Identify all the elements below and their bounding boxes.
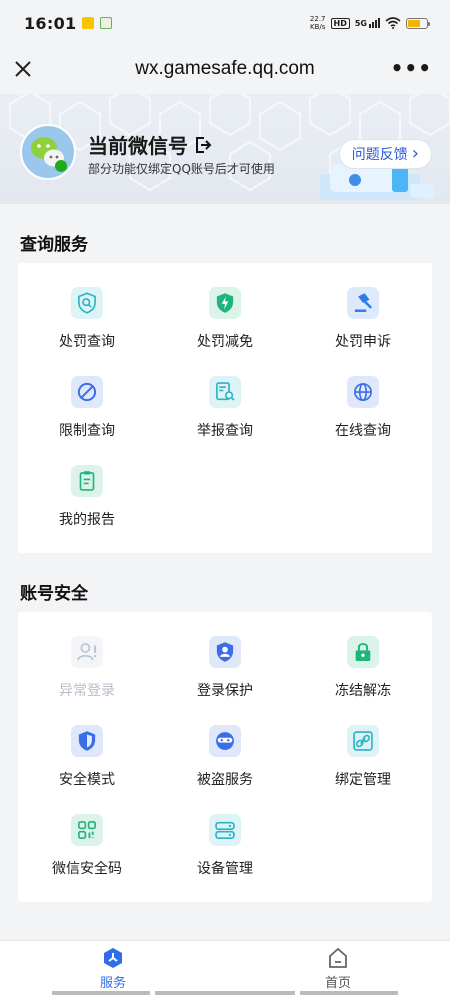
- gesture-bar: [52, 991, 150, 995]
- browser-nav-bar: wx.gamesafe.qq.com •••: [0, 46, 450, 92]
- security-service-item-label: 被盗服务: [197, 772, 253, 788]
- tab-service[interactable]: 服务: [73, 947, 153, 991]
- status-time: 16:01: [24, 13, 77, 33]
- query-service-item[interactable]: 处罚查询: [18, 287, 156, 351]
- feedback-button[interactable]: 问题反馈 ›: [338, 139, 432, 169]
- tab-home[interactable]: 首页: [298, 947, 378, 991]
- service-icon: [104, 948, 122, 968]
- bottom-tab-bar: 服务 首页: [0, 940, 450, 995]
- signal-icon: 5G: [355, 18, 380, 28]
- notification-app-icon: [100, 17, 113, 29]
- more-menu-button[interactable]: •••: [391, 56, 432, 80]
- query-service-item-label: 限制查询: [59, 423, 115, 439]
- lock-icon: [347, 636, 379, 668]
- query-service-item[interactable]: 限制查询: [18, 376, 156, 440]
- security-service-item: 异常登录: [18, 636, 156, 700]
- gavel-icon: [347, 287, 379, 319]
- security-service-item-label: 设备管理: [197, 861, 253, 877]
- chevron-right-icon: ›: [411, 143, 419, 164]
- security-service-item[interactable]: 设备管理: [156, 814, 294, 878]
- account-title: 当前微信号: [88, 130, 212, 159]
- query-service-item[interactable]: 我的报告: [18, 465, 156, 529]
- security-service-item-label: 安全模式: [59, 772, 115, 788]
- query-service-item-label: 处罚查询: [59, 334, 115, 350]
- restrict-icon: [71, 376, 103, 408]
- account-subtitle: 部分功能仅绑定QQ账号后才可使用: [88, 162, 275, 176]
- status-indicators: 22.7 KB/s HD 5G: [309, 15, 430, 31]
- section-title-security: 账号安全: [20, 584, 88, 604]
- wifi-icon: [385, 17, 401, 29]
- qr-code-icon: [71, 814, 103, 846]
- account-banner: 当前微信号 部分功能仅绑定QQ账号后才可使用 问题反馈 ›: [0, 94, 450, 204]
- logout-icon[interactable]: [194, 136, 212, 154]
- battery-icon: [406, 17, 430, 29]
- devices-icon: [209, 814, 241, 846]
- hd-badge: HD: [330, 17, 350, 29]
- network-speed: 22.7 KB/s: [309, 15, 326, 31]
- security-service-item-label: 登录保护: [197, 683, 253, 699]
- security-service-item-label: 冻结解冻: [335, 683, 391, 699]
- security-service-item-label: 微信安全码: [52, 861, 122, 877]
- query-service-item-label: 处罚申诉: [335, 334, 391, 350]
- close-icon: [15, 61, 31, 77]
- report-search-icon: [209, 376, 241, 408]
- gesture-bar: [300, 991, 398, 995]
- query-service-item-label: 处罚减免: [197, 334, 253, 350]
- query-service-item[interactable]: 在线查询: [294, 376, 432, 440]
- security-service-item-label: 绑定管理: [335, 772, 391, 788]
- search-shield-icon: [71, 287, 103, 319]
- security-service-item[interactable]: 登录保护: [156, 636, 294, 700]
- user-shield-icon: [209, 636, 241, 668]
- page-url-title: wx.gamesafe.qq.com: [135, 58, 315, 79]
- home-icon: [329, 947, 347, 968]
- status-bar: 16:01 22.7 KB/s HD 5G: [0, 0, 450, 46]
- security-service-item[interactable]: 绑定管理: [294, 725, 432, 789]
- section-title-query: 查询服务: [20, 235, 88, 255]
- safe-mode-shield-icon: [71, 725, 103, 757]
- lightning-shield-icon: [209, 287, 241, 319]
- account-security-card: 异常登录 登录保护 冻结解冻安全模式 被盗服务 绑定管理微信安全码 设备管理: [18, 612, 432, 902]
- query-service-item-label: 举报查询: [197, 423, 253, 439]
- query-service-item-label: 在线查询: [335, 423, 391, 439]
- security-service-item[interactable]: 安全模式: [18, 725, 156, 789]
- query-services-card: 处罚查询 处罚减免 处罚申诉限制查询 举报查询 在线查询我的报告: [18, 263, 432, 553]
- query-service-item[interactable]: 处罚申诉: [294, 287, 432, 351]
- thief-mask-icon: [209, 725, 241, 757]
- link-icon: [347, 725, 379, 757]
- user-alert-icon: [71, 636, 103, 668]
- security-service-item[interactable]: 被盗服务: [156, 725, 294, 789]
- security-service-item[interactable]: 冻结解冻: [294, 636, 432, 700]
- clipboard-icon: [71, 465, 103, 497]
- query-service-item-label: 我的报告: [59, 512, 115, 528]
- security-service-item-label: 异常登录: [59, 683, 115, 699]
- query-service-item[interactable]: 处罚减免: [156, 287, 294, 351]
- close-button[interactable]: [12, 58, 34, 80]
- notification-app-icon: [82, 17, 95, 29]
- security-service-item[interactable]: 微信安全码: [18, 814, 156, 878]
- wechat-logo-icon: [31, 137, 67, 172]
- gesture-bar: [155, 991, 295, 995]
- wechat-avatar: [20, 124, 76, 180]
- query-service-item[interactable]: 举报查询: [156, 376, 294, 440]
- globe-icon: [347, 376, 379, 408]
